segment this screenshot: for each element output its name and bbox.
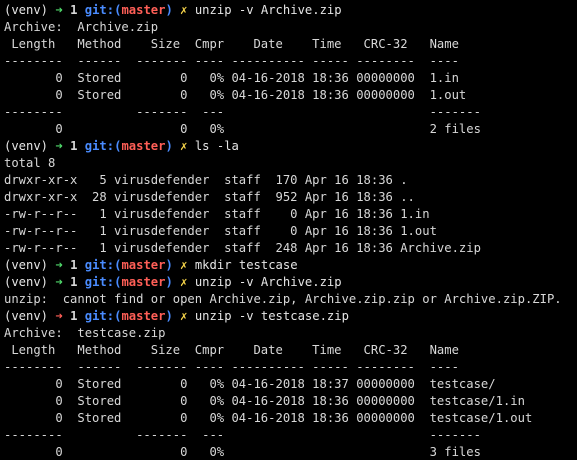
output-line: total 8 xyxy=(4,156,56,170)
git-branch: master xyxy=(121,309,166,323)
prompt-line: (venv) ➜ 1 git:(master) ✗ unzip -v Archi… xyxy=(4,274,577,291)
git-branch: master xyxy=(121,258,166,272)
command-text: unzip -v testcase.zip xyxy=(194,309,349,323)
git-suffix: ) xyxy=(165,139,173,153)
prompt-count: 1 xyxy=(70,3,78,17)
output-line: Length Method Size Cmpr Date Time CRC-32… xyxy=(4,37,459,51)
prompt-arrow-icon: ➜ xyxy=(55,139,63,153)
output-line: 0 0 0% 2 files xyxy=(4,122,481,136)
output-line: -------- ------ ------- ---- ---------- … xyxy=(4,360,459,374)
venv-label: (venv) xyxy=(4,258,49,272)
prompt-line: (venv) ➜ 1 git:(master) ✗ unzip -v Archi… xyxy=(4,2,577,19)
git-suffix: ) xyxy=(165,258,173,272)
prompt-count: 1 xyxy=(70,139,78,153)
dirty-marker-icon: ✗ xyxy=(180,309,188,323)
dirty-marker-icon: ✗ xyxy=(180,258,188,272)
output-line: 0 Stored 0 0% 04-16-2018 18:36 00000000 … xyxy=(4,411,533,425)
prompt-arrow-icon: ➜ xyxy=(55,3,63,17)
output-line: -------- ------- --- ------- xyxy=(4,428,481,442)
prompt-count: 1 xyxy=(70,275,78,289)
git-suffix: ) xyxy=(165,309,173,323)
output-line: 0 Stored 0 0% 04-16-2018 18:36 00000000 … xyxy=(4,394,525,408)
prompt-line: (venv) ➜ 1 git:(master) ✗ unzip -v testc… xyxy=(4,308,577,325)
git-branch: master xyxy=(121,275,166,289)
prompt-arrow-icon: ➜ xyxy=(55,258,63,272)
output-line: 0 Stored 0 0% 04-16-2018 18:37 00000000 … xyxy=(4,377,496,391)
terminal-window[interactable]: (venv) ➜ 1 git:(master) ✗ unzip -v Archi… xyxy=(0,0,577,460)
output-line: 0 Stored 0 0% 04-16-2018 18:36 00000000 … xyxy=(4,88,467,102)
git-suffix: ) xyxy=(165,3,173,17)
prompt-count: 1 xyxy=(70,309,78,323)
venv-label: (venv) xyxy=(4,309,49,323)
prompt-line: (venv) ➜ 1 git:(master) ✗ mkdir testcase xyxy=(4,257,577,274)
prompt-line: (venv) ➜ 1 git:(master) ✗ ls -la xyxy=(4,138,577,155)
git-prefix: git:( xyxy=(84,3,122,17)
output-line: Length Method Size Cmpr Date Time CRC-32… xyxy=(4,343,459,357)
git-prefix: git:( xyxy=(84,258,122,272)
output-line: -------- ------- --- ------- xyxy=(4,105,481,119)
output-line: 0 0 0% 3 files xyxy=(4,445,481,459)
output-line: drwxr-xr-x 28 virusdefender staff 952 Ap… xyxy=(4,190,415,204)
dirty-marker-icon: ✗ xyxy=(180,275,188,289)
command-text: unzip -v Archive.zip xyxy=(194,3,342,17)
output-line: -------- ------ ------- ---- ---------- … xyxy=(4,54,459,68)
git-suffix: ) xyxy=(165,275,173,289)
venv-label: (venv) xyxy=(4,275,49,289)
output-line: -rw-r--r-- 1 virusdefender staff 0 Apr 1… xyxy=(4,207,430,221)
prompt-arrow-error-icon: ➜ xyxy=(55,309,63,323)
dirty-marker-icon: ✗ xyxy=(180,139,188,153)
git-prefix: git:( xyxy=(84,275,122,289)
git-prefix: git:( xyxy=(84,309,122,323)
output-line: Archive: Archive.zip xyxy=(4,20,159,34)
output-line: unzip: cannot find or open Archive.zip, … xyxy=(4,292,562,306)
output-line: 0 Stored 0 0% 04-16-2018 18:36 00000000 … xyxy=(4,71,459,85)
prompt-arrow-icon: ➜ xyxy=(55,275,63,289)
git-prefix: git:( xyxy=(84,139,122,153)
output-line: -rw-r--r-- 1 virusdefender staff 248 Apr… xyxy=(4,241,481,255)
output-line: -rw-r--r-- 1 virusdefender staff 0 Apr 1… xyxy=(4,224,437,238)
command-text: unzip -v Archive.zip xyxy=(194,275,342,289)
command-text: mkdir testcase xyxy=(194,258,298,272)
git-branch: master xyxy=(121,139,166,153)
output-line: drwxr-xr-x 5 virusdefender staff 170 Apr… xyxy=(4,173,408,187)
prompt-count: 1 xyxy=(70,258,78,272)
command-text: ls -la xyxy=(194,139,239,153)
dirty-marker-icon: ✗ xyxy=(180,3,188,17)
venv-label: (venv) xyxy=(4,139,49,153)
git-branch: master xyxy=(121,3,166,17)
venv-label: (venv) xyxy=(4,3,49,17)
output-line: Archive: testcase.zip xyxy=(4,326,166,340)
